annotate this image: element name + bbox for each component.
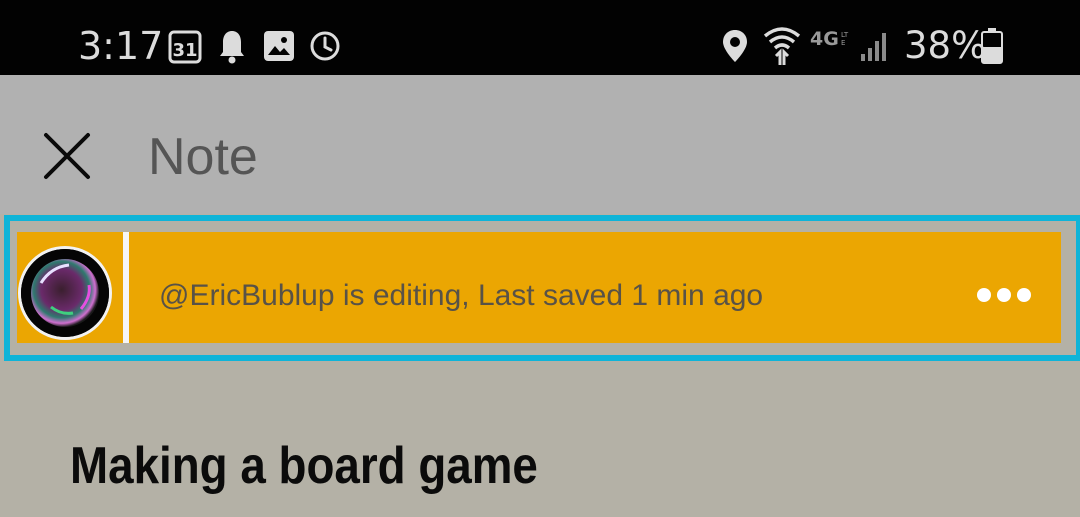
bell-icon: [220, 31, 244, 64]
status-bar: 3:17 31 4G LT E 38%: [0, 0, 1080, 75]
alarm-clock-icon: [310, 31, 340, 61]
close-icon[interactable]: [36, 125, 98, 187]
battery-icon: [981, 28, 1003, 64]
status-time: 3:17: [78, 24, 164, 68]
wifi-icon: [763, 27, 801, 65]
svg-text:4G: 4G: [810, 28, 839, 50]
banner-divider: [123, 232, 129, 343]
app-header: Note: [0, 75, 1080, 214]
location-icon: [723, 30, 747, 62]
svg-text:E: E: [841, 39, 845, 47]
editing-status-text: @EricBublup is editing, Last saved 1 min…: [159, 279, 764, 312]
svg-text:LT: LT: [841, 31, 849, 39]
image-icon: [264, 31, 294, 61]
battery-percent: 38%: [904, 24, 987, 67]
note-title[interactable]: Making a board game: [70, 434, 538, 498]
page-title: Note: [148, 128, 258, 186]
avatar-image: [21, 249, 109, 337]
avatar[interactable]: [18, 246, 112, 340]
network-type-icon: 4G LT E: [810, 28, 849, 50]
more-horizontal-icon[interactable]: [975, 284, 1033, 306]
svg-text:31: 31: [172, 40, 197, 61]
signal-icon: [861, 33, 886, 61]
calendar-icon: 31: [168, 30, 202, 64]
editing-status-banner[interactable]: @EricBublup is editing, Last saved 1 min…: [17, 232, 1061, 343]
